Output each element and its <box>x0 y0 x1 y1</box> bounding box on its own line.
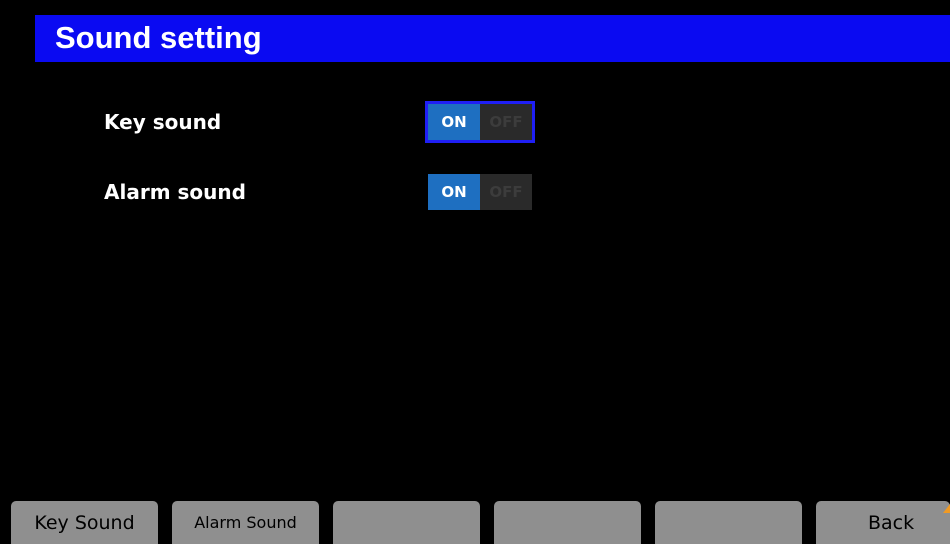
key-sound-toggle[interactable]: ON OFF <box>425 101 535 143</box>
page-title: Sound setting <box>55 20 262 55</box>
softkey-5[interactable] <box>655 501 802 544</box>
key-sound-label: Key sound <box>104 110 222 134</box>
back-arrow-icon <box>943 504 950 513</box>
softkey-3[interactable] <box>333 501 480 544</box>
alarm-sound-softkey[interactable]: Alarm Sound <box>172 501 319 544</box>
alarm-sound-on-option[interactable]: ON <box>428 174 480 210</box>
back-softkey[interactable]: Back <box>816 501 950 544</box>
softkey-4[interactable] <box>494 501 641 544</box>
back-label: Back <box>868 511 915 534</box>
alarm-sound-toggle[interactable]: ON OFF <box>425 171 535 213</box>
alarm-sound-off-option[interactable]: OFF <box>480 174 532 210</box>
softkey-bar: Key Sound Alarm Sound Back <box>0 501 950 544</box>
key-sound-softkey[interactable]: Key Sound <box>11 501 158 544</box>
sound-setting-screen: Sound setting Key sound ON OFF Alarm sou… <box>0 0 950 544</box>
key-sound-on-option[interactable]: ON <box>428 104 480 140</box>
title-bar: Sound setting <box>35 15 950 62</box>
alarm-sound-label: Alarm sound <box>104 180 246 204</box>
key-sound-off-option[interactable]: OFF <box>480 104 532 140</box>
